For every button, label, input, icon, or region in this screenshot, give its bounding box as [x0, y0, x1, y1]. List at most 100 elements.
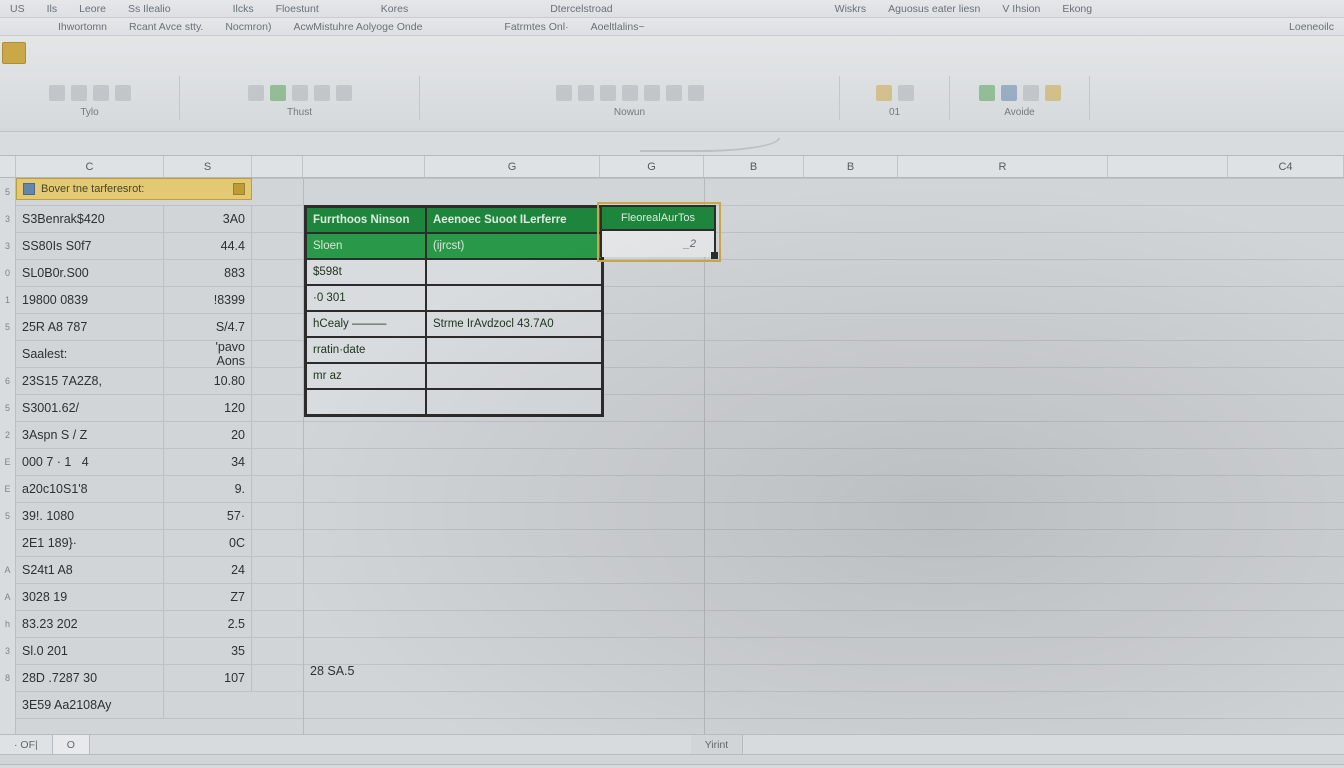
cell[interactable]: 107 — [164, 664, 252, 691]
summary-cell[interactable] — [426, 285, 602, 311]
ribbon-icon[interactable] — [49, 85, 65, 101]
cell[interactable]: 3Aspn S / Z — [16, 421, 164, 448]
cell[interactable]: 3E59 Aa2108Ay — [16, 691, 164, 718]
cell[interactable]: 57· — [164, 502, 252, 529]
ribbon-icon[interactable] — [115, 85, 131, 101]
cell[interactable]: 19800 0839 — [16, 286, 164, 313]
row-header[interactable] — [0, 529, 15, 556]
col-header[interactable] — [252, 156, 303, 177]
ribbon-icon[interactable] — [666, 85, 682, 101]
row-header[interactable] — [0, 340, 15, 367]
summary-cell[interactable] — [426, 389, 602, 415]
col-header[interactable]: R — [898, 156, 1108, 177]
summary-cell[interactable]: (ijrcst) — [426, 233, 602, 259]
ribbon-icon[interactable] — [578, 85, 594, 101]
ribbon-icon[interactable] — [688, 85, 704, 101]
ribbon-icon[interactable] — [644, 85, 660, 101]
col-header[interactable]: G — [600, 156, 704, 177]
cell[interactable]: 39!. 1080 — [16, 502, 164, 529]
cell[interactable]: 3028 19 — [16, 583, 164, 610]
row-header[interactable]: 5 — [0, 502, 15, 529]
spreadsheet-grid[interactable]: 533015652EE5AAh38 Bover tne tarferesrot:… — [0, 178, 1344, 734]
cell[interactable]: 28 SA.5 — [310, 664, 354, 678]
menu-item[interactable]: Ihwortomn — [58, 21, 107, 33]
menu-item[interactable]: Aoeltlalins~ — [591, 21, 645, 33]
ribbon-icon[interactable] — [1045, 85, 1061, 101]
row-header[interactable]: A — [0, 556, 15, 583]
row-header[interactable]: 5 — [0, 178, 15, 205]
summary-cell[interactable] — [426, 363, 602, 389]
menu-item[interactable]: Floestunt — [276, 3, 319, 15]
col-header[interactable]: B — [804, 156, 898, 177]
menu-item[interactable]: AcwMistuhre Aolyoge Onde — [293, 21, 422, 33]
cell[interactable]: S3Benrak$420 — [16, 205, 164, 232]
cell[interactable]: 23S15 7A2Z8, — [16, 367, 164, 394]
cell[interactable]: 25R A8 787 — [16, 313, 164, 340]
row-header[interactable] — [0, 691, 15, 718]
menu-item[interactable]: Loeneoilc — [1289, 21, 1334, 33]
menu-item[interactable]: Ss Ilealio — [128, 3, 171, 15]
cell[interactable]: 883 — [164, 259, 252, 286]
summary-cell[interactable]: hCealy ——— — [306, 311, 426, 337]
summary-header[interactable]: Furrthoos Ninson — [306, 207, 426, 233]
ribbon-icon[interactable] — [71, 85, 87, 101]
summary-cell[interactable]: rratin·date — [306, 337, 426, 363]
ribbon-icon[interactable] — [876, 85, 892, 101]
cell[interactable]: 2.5 — [164, 610, 252, 637]
column-b[interactable]: 3A044.4883!8399S/4.7'pavo Aons10.8012020… — [164, 178, 252, 691]
col-header[interactable]: S — [164, 156, 252, 177]
cell[interactable]: 0C — [164, 529, 252, 556]
menu-item[interactable]: Aguosus eater liesn — [888, 3, 980, 15]
menu-item[interactable]: Dtercelstroad — [550, 3, 612, 15]
row-header[interactable]: 8 — [0, 664, 15, 691]
menu-row-1[interactable]: US Ils Leore Ss Ilealio Ilcks Floestunt … — [0, 0, 1344, 18]
menu-item[interactable]: Fatrmtes Onl· — [504, 21, 568, 33]
formula-bar[interactable] — [0, 132, 1344, 156]
menu-item[interactable]: Leore — [79, 3, 106, 15]
row-header[interactable]: 0 — [0, 259, 15, 286]
menu-row-2[interactable]: Ihwortomn Rcant Avce stty. Nocmron) AcwM… — [0, 18, 1344, 36]
cell[interactable]: 83.23 202 — [16, 610, 164, 637]
ribbon-icon[interactable] — [898, 85, 914, 101]
row-header[interactable]: E — [0, 448, 15, 475]
summary-cell[interactable]: $598t — [306, 259, 426, 285]
summary-cell[interactable] — [306, 389, 426, 415]
menu-item[interactable]: Wiskrs — [835, 3, 867, 15]
ribbon-icon[interactable] — [93, 85, 109, 101]
ribbon-icon[interactable] — [292, 85, 308, 101]
sheet-tab-bar[interactable]: · OF| O Yirint — [0, 734, 1344, 754]
ribbon-icon[interactable] — [1001, 85, 1017, 101]
summary-header[interactable]: Aeenoec Suoot ILerferre — [426, 207, 602, 233]
column-headers[interactable]: C S G G B B R C4 — [0, 156, 1344, 178]
cell[interactable]: S/4.7 — [164, 313, 252, 340]
ribbon-icon[interactable] — [336, 85, 352, 101]
menu-item[interactable]: Ils — [47, 3, 58, 15]
ribbon-icon[interactable] — [248, 85, 264, 101]
summary-header[interactable]: FleorealAurTos — [602, 207, 714, 231]
cell[interactable]: 2E1 189}· — [16, 529, 164, 556]
ribbon-icon[interactable] — [1023, 85, 1039, 101]
cell[interactable]: S24t1 A8 — [16, 556, 164, 583]
sheet-tab[interactable]: Yirint — [691, 735, 744, 754]
summary-cell[interactable]: ·0 301 — [306, 285, 426, 311]
cell[interactable]: 20 — [164, 421, 252, 448]
row-gutter[interactable]: 533015652EE5AAh38 — [0, 178, 16, 734]
row-header[interactable]: 5 — [0, 313, 15, 340]
row-header[interactable]: A — [0, 583, 15, 610]
col-header[interactable]: C — [16, 156, 164, 177]
row-header[interactable]: 5 — [0, 394, 15, 421]
ribbon-icon[interactable] — [314, 85, 330, 101]
select-all-corner[interactable] — [0, 156, 16, 177]
cell[interactable]: a20c10S1'8 — [16, 475, 164, 502]
sheet-tab[interactable]: O — [53, 735, 90, 754]
cell[interactable]: 34 — [164, 448, 252, 475]
cell[interactable]: !8399 — [164, 286, 252, 313]
cell[interactable]: 3A0 — [164, 205, 252, 232]
cell[interactable]: SL0B0r.S00 — [16, 259, 164, 286]
column-a[interactable]: S3Benrak$420SS80Is S0f7SL0B0r.S0019800 0… — [16, 178, 164, 718]
cell[interactable]: 9. — [164, 475, 252, 502]
col-header[interactable]: G — [425, 156, 600, 177]
summary-cell[interactable]: Sloen — [306, 233, 426, 259]
col-header[interactable]: B — [704, 156, 804, 177]
row-header[interactable]: 1 — [0, 286, 15, 313]
